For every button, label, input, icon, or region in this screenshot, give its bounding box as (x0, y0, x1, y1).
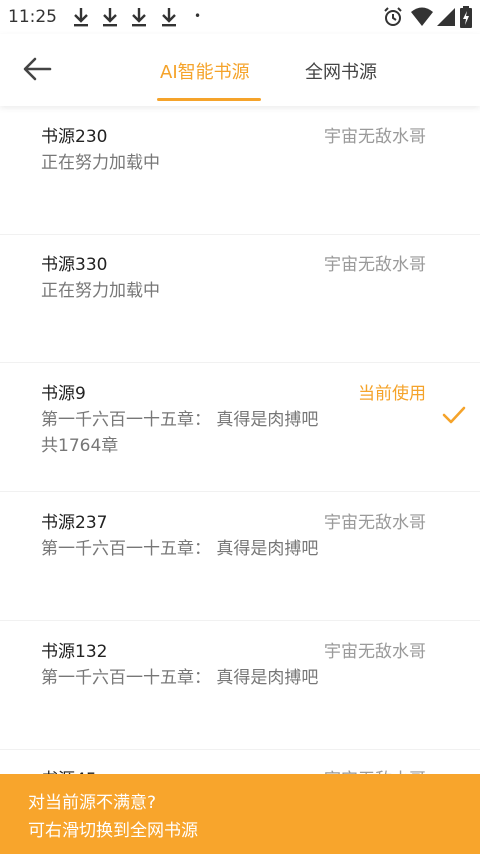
source-latest-chapter: 第一千六百一十五章： 真得是肉搏吧 (41, 668, 319, 688)
download-icon (103, 8, 117, 27)
source-name: 书源237 (41, 513, 108, 533)
source-name: 书源330 (41, 255, 108, 275)
download-icon (74, 8, 88, 27)
list-item-current[interactable]: 书源9 当前使用 第一千六百一十五章： 真得是肉搏吧 共1764章 (0, 363, 480, 492)
source-name: 书源230 (41, 127, 108, 147)
source-name: 书源132 (41, 642, 108, 662)
source-author: 宇宙无敌水哥 (324, 255, 426, 275)
status-time: 11:25 (8, 7, 57, 27)
tab-ai-sources[interactable]: AI智能书源 (160, 58, 250, 84)
status-bar: 11:25 • (0, 0, 480, 34)
source-author: 宇宙无敌水哥 (324, 513, 426, 533)
source-status: 正在努力加载中 (41, 281, 160, 301)
switch-hint-banner[interactable]: 对当前源不满意? 可右滑切换到全网书源 (0, 774, 480, 854)
tab-all-sources[interactable]: 全网书源 (305, 58, 377, 84)
alarm-icon (384, 7, 402, 26)
download-icon (132, 8, 146, 27)
active-tab-indicator (157, 98, 261, 101)
banner-hint: 可右滑切换到全网书源 (28, 821, 198, 841)
source-latest-chapter: 第一千六百一十五章： 真得是肉搏吧 (41, 539, 319, 559)
list-item[interactable]: 书源132 宇宙无敌水哥 第一千六百一十五章： 真得是肉搏吧 (0, 621, 480, 750)
list-item[interactable]: 书源230 宇宙无敌水哥 正在努力加载中 (0, 106, 480, 235)
source-chapter-count: 共1764章 (41, 436, 119, 456)
arrow-left-icon[interactable] (22, 56, 52, 82)
header-bar: AI智能书源 全网书源 (0, 34, 480, 106)
list-item[interactable]: 书源237 宇宙无敌水哥 第一千六百一十五章： 真得是肉搏吧 (0, 492, 480, 621)
download-icon (162, 8, 176, 27)
source-latest-chapter: 第一千六百一十五章： 真得是肉搏吧 (41, 410, 319, 430)
battery-icon (460, 6, 472, 28)
source-list: 书源230 宇宙无敌水哥 正在努力加载中 书源330 宇宙无敌水哥 正在努力加载… (0, 106, 480, 854)
current-use-label: 当前使用 (358, 384, 426, 404)
source-author: 宇宙无敌水哥 (324, 642, 426, 662)
check-icon (442, 406, 466, 424)
banner-question: 对当前源不满意? (28, 793, 157, 813)
notification-dot: • (194, 9, 202, 23)
source-name: 书源9 (41, 384, 86, 404)
source-status: 正在努力加载中 (41, 153, 160, 173)
list-item[interactable]: 书源330 宇宙无敌水哥 正在努力加载中 (0, 234, 480, 363)
wifi-icon (411, 7, 433, 26)
signal-icon (437, 8, 455, 26)
source-author: 宇宙无敌水哥 (324, 127, 426, 147)
